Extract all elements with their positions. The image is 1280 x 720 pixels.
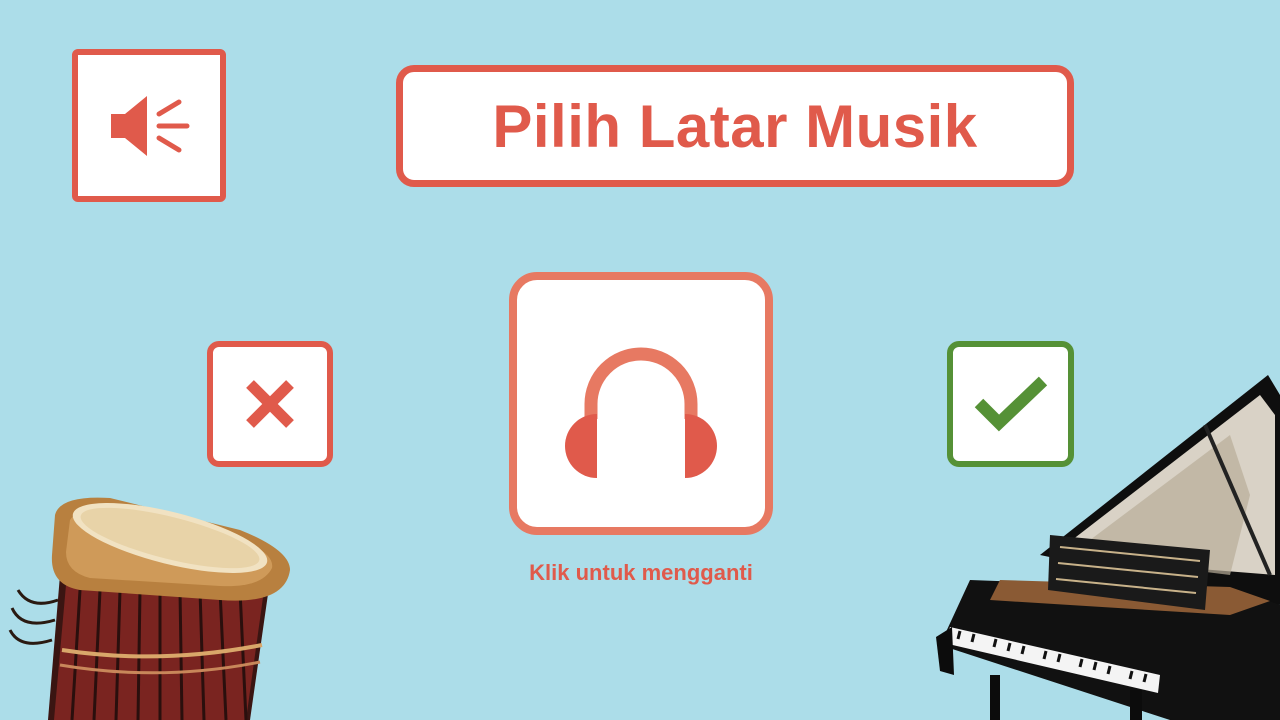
title-banner: Pilih Latar Musik — [396, 65, 1074, 187]
headphones-icon — [551, 324, 731, 484]
close-icon — [240, 374, 300, 434]
music-select-button[interactable] — [509, 272, 773, 535]
djembe-drum-image — [0, 490, 300, 720]
sound-toggle-button[interactable] — [72, 49, 226, 202]
page-title: Pilih Latar Musik — [492, 92, 978, 160]
grand-piano-image — [930, 375, 1280, 720]
speaker-icon — [107, 88, 191, 164]
cancel-button[interactable] — [207, 341, 333, 467]
change-hint: Klik untuk mengganti — [529, 560, 753, 585]
